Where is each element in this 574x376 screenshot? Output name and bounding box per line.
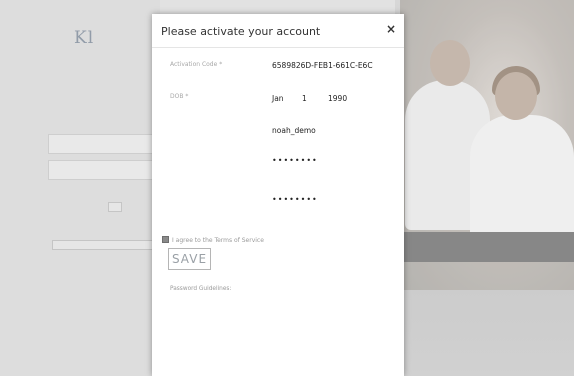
dob-month[interactable]: Jan [272, 94, 284, 103]
close-icon[interactable]: × [386, 22, 396, 36]
modal-divider [152, 47, 404, 48]
activation-modal: Please activate your account × Activatio… [152, 14, 404, 376]
password-field[interactable]: •••••••• [272, 156, 318, 165]
password-guidelines-title: Password Guidelines: [170, 286, 232, 292]
dob-year[interactable]: 1990 [328, 94, 347, 103]
save-button[interactable]: SAVE [168, 248, 211, 270]
activation-code-field[interactable]: 6589826D-FEB1-661C-E6C [272, 61, 373, 70]
terms-label: I agree to the Terms of Service [172, 237, 264, 244]
dob-field[interactable]: Jan 1 1990 [272, 94, 382, 104]
dob-day[interactable]: 1 [302, 94, 307, 103]
activation-code-label: Activation Code * [170, 61, 223, 68]
confirm-password-field[interactable]: •••••••• [272, 195, 318, 204]
dob-label: DOB * [170, 93, 189, 100]
terms-row: I agree to the Terms of Service [162, 236, 264, 244]
modal-title: Please activate your account [161, 25, 321, 38]
username-field[interactable]: noah_demo [272, 126, 316, 135]
terms-checkbox[interactable] [162, 236, 169, 243]
